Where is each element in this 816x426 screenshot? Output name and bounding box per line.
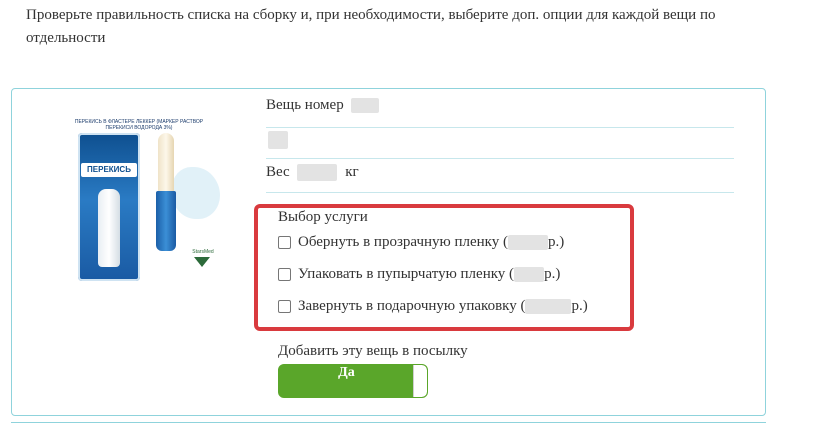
product-brand: StarsMed (192, 249, 214, 255)
product-image-header: ПЕРЕКИСЬ В ФЛАСТЕРЕ ЛЕККЕР (МАРКЕР РАСТВ… (74, 119, 204, 131)
checkbox-transparent-film[interactable] (278, 236, 291, 249)
row-divider (266, 127, 734, 128)
checkbox-bubble-wrap[interactable] (278, 268, 291, 281)
product-pen-in-package (98, 189, 120, 267)
row-divider (266, 158, 734, 159)
product-image: ПЕРЕКИСЬ В ФЛАСТЕРЕ ЛЕККЕР (МАРКЕР РАСТВ… (70, 119, 230, 281)
item-name-row (266, 131, 754, 149)
service-option-bubble-wrap[interactable]: Упаковать в пупырчатую пленку ( р.) (278, 264, 560, 284)
item-number-label: Вещь номер (266, 97, 344, 113)
intro-text: Проверьте правильность списка на сборку … (26, 7, 716, 46)
services-title: Выбор услуги (278, 209, 368, 225)
row-divider (266, 192, 734, 193)
product-package-label: ПЕРЕКИСЬ (81, 163, 137, 177)
item-weight-unit: кг (345, 164, 359, 180)
item-number-row: Вещь номер (266, 97, 754, 114)
price-redacted (514, 266, 545, 282)
item-weight-row: Вес кг (266, 164, 754, 182)
item-name-redacted (268, 131, 288, 149)
product-splash (172, 167, 220, 219)
price-redacted (508, 234, 548, 250)
item-weight-redacted (297, 164, 338, 182)
add-to-parcel-toggle[interactable]: Да (278, 364, 428, 398)
toggle-label: Да (338, 365, 355, 380)
item-number-redacted (351, 98, 380, 114)
next-card-edge (11, 422, 766, 426)
add-to-parcel-label: Добавить эту вещь в посылку (278, 343, 468, 359)
service-option-gift-wrap[interactable]: Завернуть в подарочную упаковку ( р.) (278, 296, 588, 316)
product-pen (154, 133, 178, 251)
item-weight-label: Вес (266, 164, 290, 180)
checkbox-gift-wrap[interactable] (278, 300, 291, 313)
brand-logo-icon (194, 257, 210, 267)
product-package: ПЕРЕКИСЬ (78, 133, 140, 281)
toggle-knob[interactable] (413, 365, 427, 397)
price-redacted (525, 298, 572, 314)
service-option-transparent-film[interactable]: Обернуть в прозрачную пленку ( р.) (278, 232, 564, 252)
